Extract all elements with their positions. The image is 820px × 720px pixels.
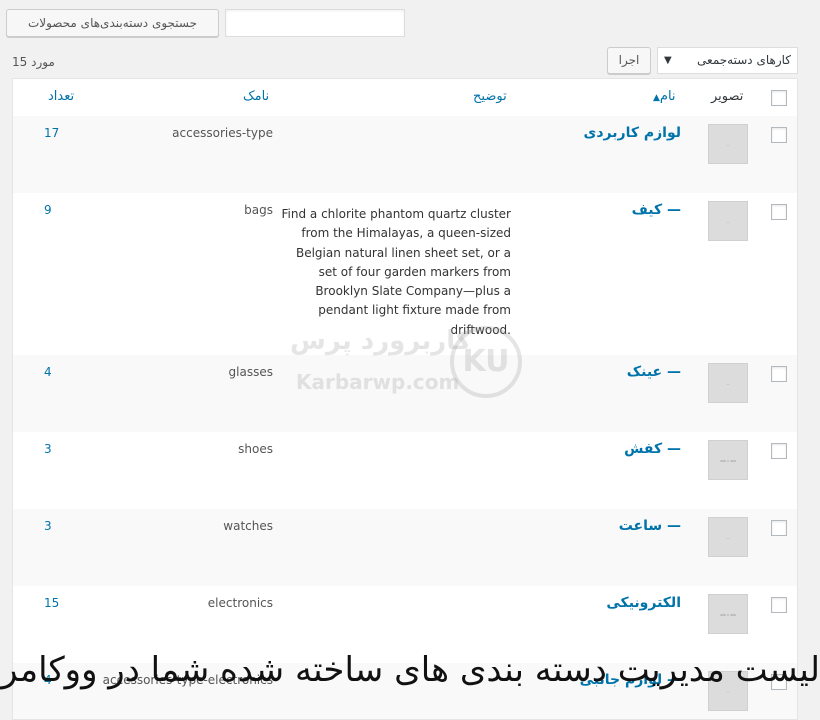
search-input[interactable] [225, 9, 405, 37]
column-description[interactable]: توضیح [473, 89, 507, 104]
bulk-actions-selected: کارهای دسته‌جمعی [697, 53, 791, 67]
category-slug: accessories-type [172, 126, 273, 140]
category-thumbnail: — [708, 124, 748, 164]
category-count-link[interactable]: 3 [44, 442, 52, 456]
category-name-link[interactable]: — ساعت [619, 518, 681, 534]
search-categories-button[interactable]: جستجوی دسته‌بندی‌های محصولات [6, 9, 219, 37]
watermark: کاربرورد پرس Karbarwp.com KU [290, 318, 530, 408]
category-name-link[interactable]: لوازم کاربردی [584, 125, 681, 141]
row-checkbox[interactable] [771, 127, 787, 143]
category-thumbnail: 200 × 200 [708, 440, 748, 480]
category-thumbnail: 200 × 200 [708, 594, 748, 634]
apply-button[interactable]: اجرا [607, 47, 651, 74]
column-count[interactable]: تعداد [48, 89, 74, 104]
watermark-logo-icon: KU [450, 326, 522, 398]
category-thumbnail: — [708, 517, 748, 557]
row-checkbox[interactable] [771, 520, 787, 536]
sort-asc-icon: ▲ [653, 93, 660, 103]
watermark-brand-fa: کاربرورد پرس [290, 326, 472, 356]
category-slug: bags [244, 203, 273, 217]
bulk-actions-select[interactable]: ▼ کارهای دسته‌جمعی [657, 47, 798, 74]
row-checkbox[interactable] [771, 597, 787, 613]
table-row: 200 × 200 — کفش shoes 3 [13, 432, 797, 509]
watermark-brand-en: Karbarwp.com [296, 370, 460, 394]
select-all-checkbox[interactable] [771, 90, 787, 106]
column-image: تصویر [711, 89, 744, 104]
column-name[interactable]: ▲نام [653, 89, 676, 104]
category-slug: watches [223, 519, 273, 533]
category-slug: shoes [238, 442, 273, 456]
row-checkbox[interactable] [771, 366, 787, 382]
category-count-link[interactable]: 17 [44, 126, 59, 140]
table-header: تصویر ▲نام توضیح نامک تعداد [13, 79, 797, 117]
category-count-link[interactable]: 9 [44, 203, 52, 217]
caption: لیست مدیریت دسته بندی های ساخته شده شما … [0, 650, 820, 690]
dropdown-arrow-icon: ▼ [664, 55, 672, 66]
category-name-link[interactable]: — کیف [632, 202, 681, 218]
category-count-link[interactable]: 15 [44, 596, 59, 610]
table-row: — لوازم کاربردی accessories-type 17 [13, 116, 797, 193]
items-count: 15 مورد [12, 55, 55, 69]
category-name-link[interactable]: — عینک [627, 364, 681, 380]
category-slug: glasses [228, 365, 273, 379]
row-checkbox[interactable] [771, 443, 787, 459]
category-name-link[interactable]: — کفش [624, 441, 681, 457]
column-slug[interactable]: نامک [243, 89, 269, 104]
category-count-link[interactable]: 4 [44, 365, 52, 379]
table-row: — — ساعت watches 3 [13, 509, 797, 586]
category-name-link[interactable]: الکترونیکی [606, 595, 681, 611]
category-slug: electronics [207, 596, 273, 610]
category-thumbnail: — [708, 201, 748, 241]
category-thumbnail: — [708, 363, 748, 403]
row-checkbox[interactable] [771, 204, 787, 220]
category-count-link[interactable]: 3 [44, 519, 52, 533]
